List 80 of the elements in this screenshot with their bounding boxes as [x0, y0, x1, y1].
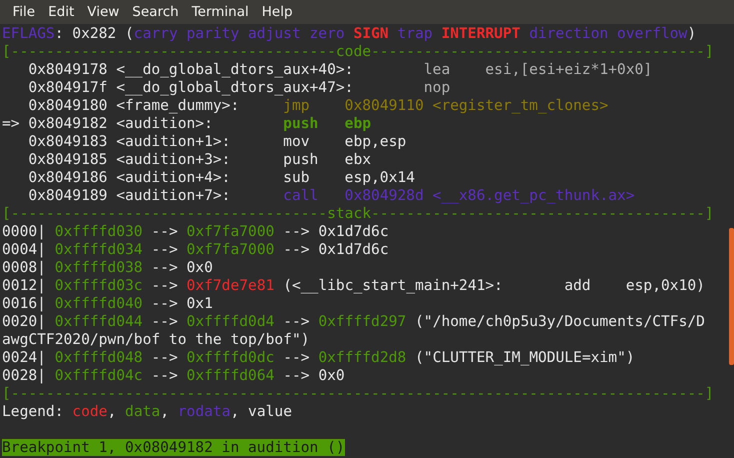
section-rule: [-------------------------------------code--------------------------------------]	[2, 43, 714, 60]
terminal-text: 0020|	[2, 313, 47, 330]
terminal-text: 0028|	[2, 367, 47, 384]
terminal-text: (<__libc_start_main+241>: add esp,0x10)	[282, 277, 705, 294]
rodata-text: carry parity adjust zero	[134, 25, 346, 42]
data-address: 0xffffd04c	[54, 367, 143, 384]
terminal-text: -->	[282, 349, 311, 366]
data-address: 0xffffd048	[54, 349, 143, 366]
terminal-text: 0004|	[2, 241, 47, 258]
instruction-text: nop	[424, 79, 450, 96]
terminal-text: 0x8049180 <frame_dummy>:	[27, 97, 240, 114]
terminal-text: 0008|	[2, 259, 47, 276]
terminal-text: 0x8049183 <audition+1>: mov ebp,esp	[27, 133, 406, 150]
data-address: 0xffffd0dc	[186, 349, 274, 366]
terminal-text: --> 0x0	[282, 367, 345, 384]
terminal-text: => 0x8049182 <audition>:	[2, 115, 214, 132]
terminal-text: 0000|	[2, 223, 47, 240]
menu-item[interactable]: File	[6, 4, 42, 20]
terminal-text: --> 0x0	[150, 259, 213, 276]
section-rule: [------------------------------------stack--------------------------------------]	[2, 205, 714, 222]
terminal-text: 0x8049178 <__do_global_dtors_aux+40>:	[27, 61, 354, 78]
rodata-text: direction overflow	[528, 25, 688, 42]
breakpoint-message: Breakpoint 1, 0x08049182 in audition ()	[2, 439, 345, 456]
terminal-text: --> 0x1	[150, 295, 213, 312]
terminal-text: 0012|	[2, 277, 47, 294]
terminal-text: -->	[150, 349, 179, 366]
data-address: 0xffffd2d8	[318, 349, 406, 366]
data-address: 0xffffd03c	[54, 277, 143, 294]
menu-item[interactable]: Terminal	[185, 4, 256, 20]
terminal-text: 0016|	[2, 295, 47, 312]
terminal-text: -->	[150, 367, 179, 384]
data-address: 0xf7fa7000	[186, 223, 274, 240]
rodata-text: trap	[396, 25, 434, 42]
data-address: 0xffffd064	[186, 367, 274, 384]
data-address: 0xffffd030	[54, 223, 143, 240]
terminal-text: -->	[150, 241, 179, 258]
rodata-text: rodata	[178, 403, 230, 420]
terminal-text: -->	[282, 313, 311, 330]
terminal-text: 0024|	[2, 349, 47, 366]
terminal-text: : 0x282 (	[54, 25, 134, 42]
data-address: 0xffffd0d4	[186, 313, 274, 330]
data-address: 0xffffd034	[54, 241, 143, 258]
current-instruction: push ebp	[283, 115, 372, 132]
data-address: 0xffffd038	[54, 259, 143, 276]
data-address: 0xffffd044	[54, 313, 143, 330]
rodata-text: call 0x804928d <__x86.get_pc_thunk.ax>	[283, 187, 635, 204]
terminal-text: ,	[107, 403, 118, 420]
terminal-text: -->	[150, 223, 179, 240]
flag-text: INTERRUPT	[441, 25, 520, 42]
section-rule: [-------------------------------------------------------------------------------]	[2, 385, 714, 402]
terminal-text: 0x8049186 <audition+4>: sub esp,0x14	[27, 169, 415, 186]
flag-text: SIGN	[353, 25, 389, 42]
data-address: data	[125, 403, 160, 420]
data-address: 0xffffd297	[318, 313, 406, 330]
code-address: 0xf7de7e81	[186, 277, 274, 294]
terminal-text: --> 0x1d7d6c	[282, 241, 389, 258]
terminal-text: -->	[150, 313, 179, 330]
menu-item[interactable]: Search	[126, 4, 186, 20]
data-address: 0xf7fa7000	[186, 241, 274, 258]
terminal-text: Legend:	[2, 403, 65, 420]
terminal-text: 0x8049189 <audition+7>:	[27, 187, 232, 204]
terminal-text: , value	[230, 403, 292, 420]
code-address: code	[72, 403, 108, 420]
terminal-text: --> 0x1d7d6c	[282, 223, 389, 240]
terminal-text: awgCTF2020/pwn/bof to the top/bof")	[2, 331, 310, 348]
terminal-text: )	[687, 25, 696, 42]
scrollbar-thumb[interactable]	[729, 228, 734, 365]
instruction-text: lea esi,[esi+eiz*1+0x0]	[424, 61, 652, 78]
instruction-text: jmp 0x8049110 <register_tm_clones>	[283, 97, 608, 114]
terminal-text: 0x8049185 <audition+3>: push ebx	[27, 151, 372, 168]
terminal-text: ,	[160, 403, 170, 420]
menu-item[interactable]: Help	[255, 4, 300, 20]
terminal-text: ("CLUTTER_IM_MODULE=xim")	[414, 349, 635, 366]
menu-item[interactable]: Edit	[42, 4, 81, 20]
data-address: 0xffffd040	[54, 295, 143, 312]
terminal-text: -->	[150, 277, 179, 294]
terminal-text: 0x804917f <__do_global_dtors_aux+47>:	[27, 79, 354, 96]
menu-item[interactable]: View	[80, 4, 126, 20]
rodata-text: EFLAGS	[2, 25, 55, 42]
terminal-text: ("/home/ch0p5u3y/Documents/CTFs/D	[414, 313, 705, 330]
